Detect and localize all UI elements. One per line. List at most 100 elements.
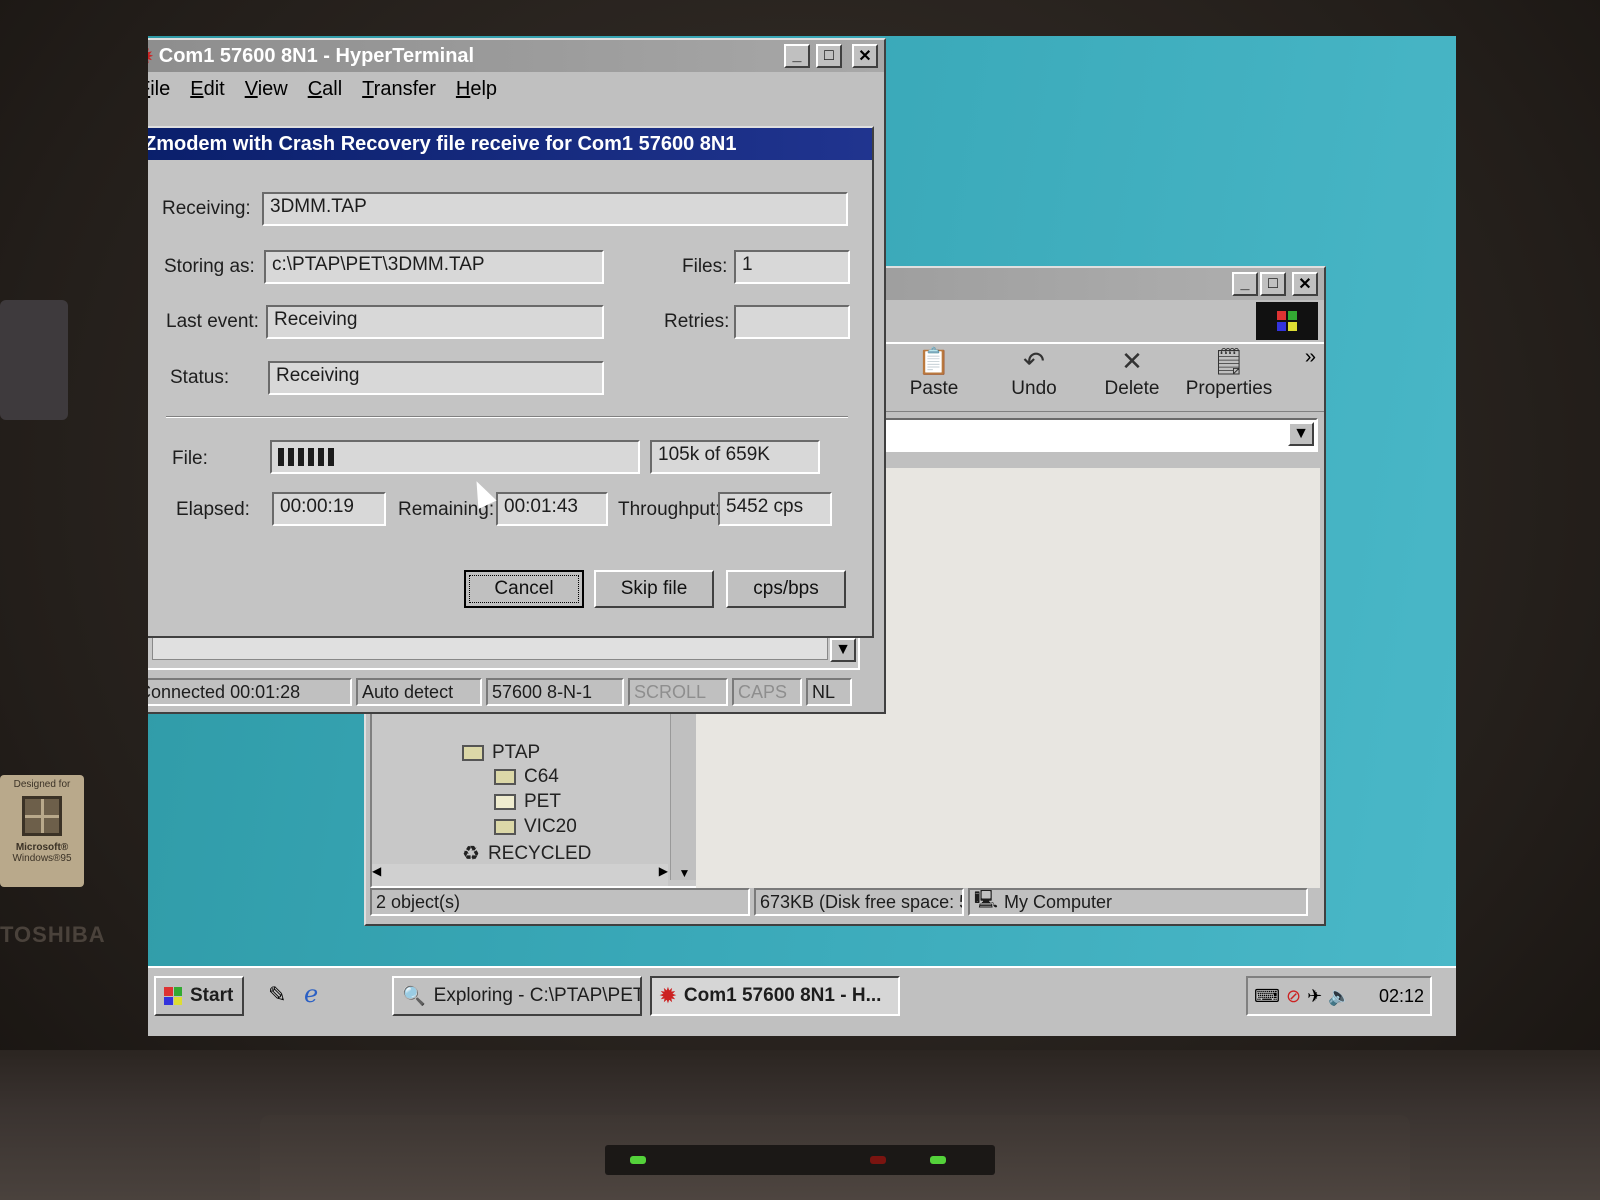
menu-transfer[interactable]: Transfer	[362, 78, 436, 101]
tree-item-pet[interactable]: PET	[494, 791, 561, 813]
tree-item-recycled[interactable]: ♻ RECYCLED	[462, 841, 591, 866]
elapsed-label: Elapsed:	[176, 499, 250, 520]
scroll-down-icon[interactable]: ▼	[679, 866, 691, 880]
undo-button[interactable]: ↶ Undo	[986, 344, 1082, 410]
disk-size: 673KB (Disk free space: 5(	[754, 888, 964, 916]
scroll-left-icon[interactable]: ◀	[372, 864, 381, 886]
cps-bps-button[interactable]: cps/bps	[726, 570, 846, 608]
clock[interactable]: 02:12	[1379, 986, 1424, 1007]
power-led-icon	[630, 1156, 646, 1164]
files-field: 1	[734, 250, 850, 284]
paste-button[interactable]: 📋 Paste	[886, 344, 982, 410]
network-tray-icon[interactable]: ✈	[1307, 986, 1322, 1007]
skip-file-button[interactable]: Skip file	[594, 570, 714, 608]
windows-logo-icon	[1256, 302, 1318, 340]
tree-item-vic20[interactable]: VIC20	[494, 816, 577, 838]
minimize-icon[interactable]: _	[784, 44, 810, 68]
object-count: 2 object(s)	[370, 888, 750, 916]
folder-icon	[494, 769, 516, 785]
last-event-field: Receiving	[266, 305, 604, 339]
hyperterminal-icon: ✹	[660, 985, 676, 1007]
caps-indicator: CAPS	[732, 678, 802, 706]
menu-call[interactable]: Call	[308, 78, 342, 101]
tree-label: RECYCLED	[487, 842, 592, 864]
connected-time: Connected 00:01:28	[148, 678, 352, 706]
delete-button[interactable]: ✕ Delete	[1084, 344, 1180, 410]
cancel-button[interactable]: Cancel	[464, 570, 584, 608]
windows-flag-icon	[22, 796, 62, 836]
paste-icon: 📋	[917, 346, 951, 376]
undo-label: Undo	[1011, 378, 1057, 399]
location-cell: 🖳 My Computer	[968, 888, 1308, 916]
tree-item-ptap[interactable]: PTAP	[462, 742, 540, 764]
task-hyperterminal[interactable]: ✹ Com1 57600 8N1 - H...	[650, 976, 900, 1016]
hyperterminal-app-icon: ✹	[148, 44, 153, 69]
receiving-label: Receiving:	[162, 198, 251, 219]
storing-field: c:\PTAP\PET\3DMM.TAP	[264, 250, 604, 284]
properties-button[interactable]: 🗒 Properties	[1174, 344, 1284, 410]
port-settings: 57600 8-N-1	[486, 678, 624, 706]
folder-icon	[462, 745, 484, 761]
system-tray: ⌨ ⊘ ✈ 🔈 02:12	[1246, 976, 1432, 1016]
sticker-designed-for: Designed for	[13, 779, 71, 790]
windows95-sticker: Designed for Microsoft® Windows®95	[0, 775, 84, 887]
task-explorer-label: Exploring - C:\PTAP\PET	[433, 985, 642, 1006]
scroll-indicator: SCROLL	[628, 678, 728, 706]
sticker-logo	[0, 185, 80, 255]
zmodem-title: Zmodem with Crash Recovery file receive …	[148, 132, 737, 155]
volume-icon[interactable]: 🔈	[1328, 986, 1350, 1007]
menu-view[interactable]: View	[245, 78, 288, 101]
maximize-icon[interactable]: □	[1260, 272, 1286, 296]
paste-label: Paste	[909, 378, 959, 399]
task-explorer[interactable]: 🔍 Exploring - C:\PTAP\PET	[392, 976, 642, 1016]
start-button[interactable]: Start	[154, 976, 244, 1016]
sticker-windows95: Windows®95	[12, 853, 72, 864]
menu-edit[interactable]: Edit	[190, 78, 224, 101]
throughput-label: Throughput:	[618, 499, 721, 520]
task-hyperterminal-label: Com1 57600 8N1 - H...	[683, 985, 882, 1006]
retries-field	[734, 305, 850, 339]
menu-help[interactable]: Help	[456, 78, 497, 101]
tree-label: PET	[524, 791, 561, 812]
status-label: Status:	[170, 367, 230, 388]
horizontal-scrollbar[interactable]: ◀ ▶	[372, 864, 668, 886]
chevron-down-icon[interactable]: ▼	[1288, 422, 1314, 446]
file-progress-bar	[270, 440, 640, 474]
scroll-down-icon[interactable]: ▼	[830, 638, 856, 662]
file-progress-fill	[278, 448, 335, 466]
receiving-field: 3DMM.TAP	[262, 192, 848, 226]
zmodem-titlebar[interactable]: Zmodem with Crash Recovery file receive …	[148, 128, 872, 160]
num-indicator: NL	[806, 678, 852, 706]
status-field: Receiving	[268, 361, 604, 395]
sticker-microsoft: Microsoft®	[15, 842, 69, 853]
remaining-field: 00:01:43	[496, 492, 608, 526]
retries-label: Retries:	[664, 311, 730, 332]
folder-icon	[494, 819, 516, 835]
toolbar-more-button[interactable]: »	[1305, 346, 1316, 369]
tree-item-c64[interactable]: C64	[494, 766, 559, 788]
emulation: Auto detect	[356, 678, 482, 706]
hyperterminal-titlebar[interactable]: ✹ Com1 57600 8N1 - HyperTerminal _ □ ✕	[148, 40, 884, 72]
scroll-right-icon[interactable]: ▶	[659, 864, 668, 886]
undo-icon: ↶	[1023, 346, 1045, 376]
disconnect-tray-icon[interactable]: ⊘	[1286, 986, 1301, 1007]
recycle-bin-icon: ♻	[462, 843, 480, 865]
properties-label: Properties	[1185, 378, 1273, 399]
hyperterminal-menubar: File Edit View Call Transfer Help	[148, 72, 884, 107]
maximize-icon[interactable]: □	[816, 44, 842, 68]
intel-inside-sticker	[0, 300, 68, 420]
close-icon[interactable]: ✕	[852, 44, 878, 68]
file-label: File:	[172, 448, 208, 469]
files-label: Files:	[682, 256, 728, 277]
properties-icon: 🗒	[1212, 346, 1246, 376]
quicklaunch-notepad-icon[interactable]: ✎	[268, 982, 286, 1008]
minimize-icon[interactable]: _	[1232, 272, 1258, 296]
modem-tray-icon[interactable]: ⌨	[1254, 986, 1280, 1007]
menu-file[interactable]: File	[148, 78, 170, 101]
quicklaunch-ie-icon[interactable]: ℯ	[304, 980, 318, 1009]
explorer-icon: 🔍	[402, 986, 426, 1007]
taskbar: Start ✎ ℯ 🔍 Exploring - C:\PTAP\PET ✹ Co…	[148, 966, 1456, 1036]
close-icon[interactable]: ✕	[1292, 272, 1318, 296]
last-event-label: Last event:	[166, 311, 259, 332]
disk-led-icon	[870, 1156, 886, 1164]
